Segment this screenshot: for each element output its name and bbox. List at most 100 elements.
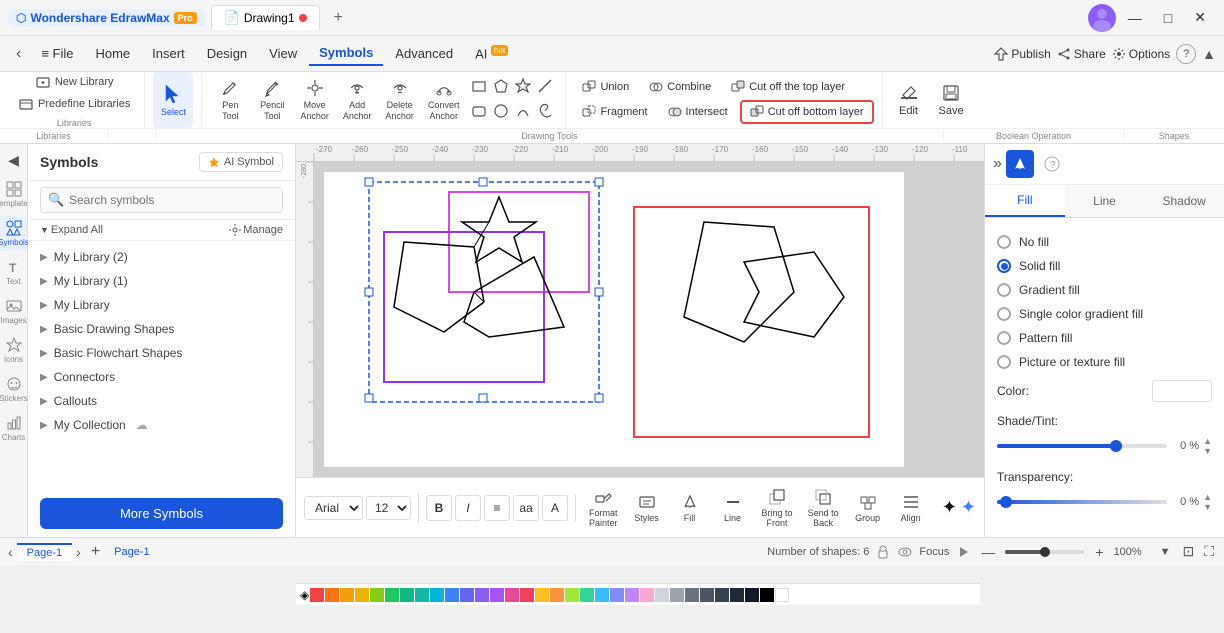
star-tool[interactable] xyxy=(513,76,533,99)
zoom-dropdown[interactable]: ▼ xyxy=(1156,544,1175,560)
search-input[interactable] xyxy=(40,187,283,213)
menu-home[interactable]: Home xyxy=(85,42,140,65)
menu-insert[interactable]: Insert xyxy=(142,42,195,65)
combine-button[interactable]: Combine xyxy=(641,77,719,97)
union-button[interactable]: Union xyxy=(574,77,637,97)
color-swatch-orange[interactable] xyxy=(325,588,339,602)
text-icon-button[interactable]: T Text xyxy=(0,255,27,290)
trans-down[interactable]: ▼ xyxy=(1203,502,1212,512)
picture-fill-option[interactable]: Picture or texture fill xyxy=(997,350,1212,374)
expand-all-button[interactable]: ▼ Expand All xyxy=(40,224,103,236)
more-symbols-button[interactable]: More Symbols xyxy=(40,498,283,529)
magic-button[interactable]: ✦ xyxy=(961,497,976,518)
gradient-fill-radio[interactable] xyxy=(997,283,1011,297)
color-swatch-slate[interactable] xyxy=(715,588,729,602)
color-swatch-lavender[interactable] xyxy=(610,588,624,602)
shade-stepper[interactable]: ▲ ▼ xyxy=(1203,436,1212,456)
sparkle-button[interactable]: ✦ xyxy=(942,497,957,518)
gradient-fill-option[interactable]: Gradient fill xyxy=(997,278,1212,302)
shade-track[interactable] xyxy=(997,444,1167,448)
list-item[interactable]: ▶ My Library (1) xyxy=(28,269,295,293)
color-swatch-gold[interactable] xyxy=(535,588,549,602)
list-item[interactable]: ▶ Basic Drawing Shapes xyxy=(28,317,295,341)
list-item[interactable]: ▶ My Library (2) xyxy=(28,245,295,269)
avatar[interactable] xyxy=(1088,4,1116,32)
maximize-button[interactable]: □ xyxy=(1154,6,1182,30)
symbols-icon-button[interactable]: Symbols xyxy=(0,216,27,251)
pen-tool-button[interactable]: Pen Tool xyxy=(210,72,250,128)
cut-bottom-button[interactable]: Cut off bottom layer xyxy=(740,100,874,124)
single-color-radio[interactable] xyxy=(997,307,1011,321)
transparency-track[interactable] xyxy=(997,500,1167,504)
color-swatch-gray[interactable] xyxy=(670,588,684,602)
icons-icon-button[interactable]: Icons xyxy=(0,333,27,368)
panel-expand-icon[interactable]: » xyxy=(993,155,1002,173)
color-swatch-charcoal[interactable] xyxy=(730,588,744,602)
swirl-tool[interactable] xyxy=(535,101,555,124)
page-nav-prev[interactable]: ‹ xyxy=(8,544,13,560)
color-swatch-rose[interactable] xyxy=(520,588,534,602)
no-fill-radio[interactable] xyxy=(997,235,1011,249)
color-swatch-light-pink[interactable] xyxy=(640,588,654,602)
drawing-tab[interactable]: 📄 Drawing1 xyxy=(211,5,320,30)
left-collapse-button[interactable]: ◀ xyxy=(6,150,21,171)
color-swatch-white[interactable] xyxy=(775,588,789,602)
fill-button[interactable]: Fill xyxy=(670,491,710,525)
menu-view[interactable]: View xyxy=(259,42,307,65)
minimize-button[interactable]: — xyxy=(1118,6,1152,30)
collapse-button[interactable]: ▲ xyxy=(1202,46,1216,62)
color-swatch-near-black[interactable] xyxy=(745,588,759,602)
color-swatch-red[interactable] xyxy=(310,588,324,602)
publish-button[interactable]: Publish xyxy=(994,47,1050,61)
color-swatch-green[interactable] xyxy=(385,588,399,602)
file-menu[interactable]: ≡ File xyxy=(31,42,83,65)
page-1-tab[interactable]: Page-1 xyxy=(17,543,72,561)
color-swatch-teal[interactable] xyxy=(415,588,429,602)
fill-tab[interactable]: Fill xyxy=(985,185,1065,217)
color-swatch-lime[interactable] xyxy=(370,588,384,602)
color-swatch-indigo[interactable] xyxy=(460,588,474,602)
add-page-button[interactable]: + xyxy=(85,541,106,563)
list-item[interactable]: ▶ My Collection ☁ xyxy=(28,413,295,437)
app-logo[interactable]: ⬡ Wondershare EdrawMax Pro xyxy=(8,9,205,27)
color-swatch[interactable] xyxy=(1152,380,1212,402)
lowercase-button[interactable]: aa xyxy=(513,495,539,521)
solid-fill-option[interactable]: Solid fill xyxy=(997,254,1212,278)
charts-icon-button[interactable]: Charts xyxy=(0,411,27,446)
edit-button[interactable]: Edit xyxy=(891,72,927,128)
color-swatch-purple[interactable] xyxy=(490,588,504,602)
rounded-rect-tool[interactable] xyxy=(469,101,489,124)
color-swatch-blue[interactable] xyxy=(445,588,459,602)
picture-fill-radio[interactable] xyxy=(997,355,1011,369)
list-item[interactable]: ▶ Basic Flowchart Shapes xyxy=(28,341,295,365)
align-button[interactable]: ≡ xyxy=(484,495,510,521)
color-swatch-mauve[interactable] xyxy=(625,588,639,602)
back-button[interactable]: ‹ xyxy=(8,41,29,67)
color-swatch-gray-light[interactable] xyxy=(655,588,669,602)
format-painter-button[interactable]: Format Painter xyxy=(583,486,624,530)
help-icon-btn[interactable]: ? xyxy=(1038,150,1066,178)
zoom-in-button[interactable]: + xyxy=(1091,542,1107,562)
new-library-button[interactable]: New Library xyxy=(29,72,120,92)
color-swatch-sky[interactable] xyxy=(595,588,609,602)
convert-anchor-button[interactable]: Convert Anchor xyxy=(422,72,466,128)
styles-button[interactable]: Styles xyxy=(627,491,667,525)
color-swatch-yellow-green[interactable] xyxy=(565,588,579,602)
pencil-tool-button[interactable]: Pencil Tool xyxy=(252,72,292,128)
select-button[interactable]: Select xyxy=(153,72,193,128)
send-to-back-button[interactable]: Send to Back xyxy=(802,486,845,530)
menu-symbols[interactable]: Symbols xyxy=(309,41,383,66)
drawing-surface[interactable] xyxy=(314,162,984,477)
pattern-fill-option[interactable]: Pattern fill xyxy=(997,326,1212,350)
italic-button[interactable]: I xyxy=(455,495,481,521)
fragment-button[interactable]: Fragment xyxy=(574,100,655,124)
color-swatch-mint[interactable] xyxy=(580,588,594,602)
list-item[interactable]: ▶ Callouts xyxy=(28,389,295,413)
add-anchor-button[interactable]: Add Anchor xyxy=(337,72,378,128)
shade-down[interactable]: ▼ xyxy=(1203,446,1212,456)
menu-advanced[interactable]: Advanced xyxy=(385,42,463,65)
no-fill-option[interactable]: No fill xyxy=(997,230,1212,254)
list-item[interactable]: ▶ My Library xyxy=(28,293,295,317)
help-button[interactable]: ? xyxy=(1176,44,1196,64)
bring-to-front-button[interactable]: Bring to Front xyxy=(756,486,799,530)
